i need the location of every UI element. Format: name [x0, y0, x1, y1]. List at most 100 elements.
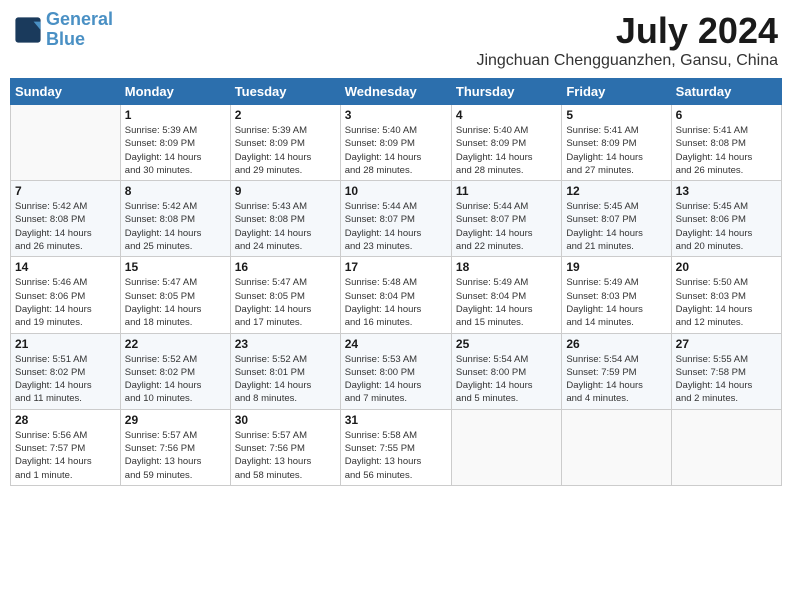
week-row-1: 1 Sunrise: 5:39 AMSunset: 8:09 PMDaylight…	[11, 105, 782, 181]
day-info: Sunrise: 5:41 AMSunset: 8:08 PMDaylight:…	[676, 124, 777, 177]
calendar-cell: 23 Sunrise: 5:52 AMSunset: 8:01 PMDayligh…	[230, 333, 340, 409]
day-info: Sunrise: 5:40 AMSunset: 8:09 PMDaylight:…	[456, 124, 557, 177]
day-info: Sunrise: 5:47 AMSunset: 8:05 PMDaylight:…	[235, 276, 336, 329]
day-info: Sunrise: 5:44 AMSunset: 8:07 PMDaylight:…	[345, 200, 447, 253]
day-info: Sunrise: 5:49 AMSunset: 8:04 PMDaylight:…	[456, 276, 557, 329]
day-number: 26	[566, 337, 666, 351]
calendar-cell: 27Sunrise: 5:55 AMSunset: 7:58 PMDayligh…	[671, 333, 781, 409]
calendar-cell: 12 Sunrise: 5:45 AMSunset: 8:07 PMDayligh…	[562, 181, 671, 257]
day-info: Sunrise: 5:44 AMSunset: 8:07 PMDaylight:…	[456, 200, 557, 253]
day-info: Sunrise: 5:39 AMSunset: 8:09 PMDaylight:…	[235, 124, 336, 177]
day-number: 14	[15, 260, 116, 274]
day-info: Sunrise: 5:54 AMSunset: 7:59 PMDaylight:…	[566, 353, 666, 406]
calendar-cell	[451, 409, 561, 485]
day-number: 15	[125, 260, 226, 274]
calendar-cell: 1 Sunrise: 5:39 AMSunset: 8:09 PMDaylight…	[120, 105, 230, 181]
weekday-header-wednesday: Wednesday	[340, 79, 451, 105]
day-number: 18	[456, 260, 557, 274]
day-number: 23	[235, 337, 336, 351]
day-info: Sunrise: 5:45 AMSunset: 8:07 PMDaylight:…	[566, 200, 666, 253]
day-info: Sunrise: 5:41 AMSunset: 8:09 PMDaylight:…	[566, 124, 666, 177]
day-number: 29	[125, 413, 226, 427]
location: Jingchuan Chengguanzhen, Gansu, China	[476, 52, 778, 70]
calendar-cell: 4Sunrise: 5:40 AMSunset: 8:09 PMDaylight…	[451, 105, 561, 181]
calendar-cell: 14 Sunrise: 5:46 AMSunset: 8:06 PMDayligh…	[11, 257, 121, 333]
calendar-cell: 31 Sunrise: 5:58 AMSunset: 7:55 PMDayligh…	[340, 409, 451, 485]
day-number: 7	[15, 184, 116, 198]
day-number: 20	[676, 260, 777, 274]
calendar-cell	[671, 409, 781, 485]
week-row-4: 21Sunrise: 5:51 AMSunset: 8:02 PMDayligh…	[11, 333, 782, 409]
week-row-2: 7 Sunrise: 5:42 AMSunset: 8:08 PMDaylight…	[11, 181, 782, 257]
day-number: 3	[345, 108, 447, 122]
weekday-header-monday: Monday	[120, 79, 230, 105]
logo-text: General Blue	[46, 10, 113, 50]
day-number: 19	[566, 260, 666, 274]
day-number: 17	[345, 260, 447, 274]
calendar-cell: 3 Sunrise: 5:40 AMSunset: 8:09 PMDaylight…	[340, 105, 451, 181]
day-info: Sunrise: 5:53 AMSunset: 8:00 PMDaylight:…	[345, 353, 447, 406]
calendar-cell: 7 Sunrise: 5:42 AMSunset: 8:08 PMDaylight…	[11, 181, 121, 257]
calendar-cell	[11, 105, 121, 181]
month-year: July 2024	[476, 10, 778, 52]
day-number: 12	[566, 184, 666, 198]
logo: General Blue	[14, 10, 113, 50]
day-number: 30	[235, 413, 336, 427]
calendar-cell: 6 Sunrise: 5:41 AMSunset: 8:08 PMDaylight…	[671, 105, 781, 181]
weekday-header-sunday: Sunday	[11, 79, 121, 105]
day-info: Sunrise: 5:57 AMSunset: 7:56 PMDaylight:…	[125, 429, 226, 482]
day-number: 11	[456, 184, 557, 198]
day-info: Sunrise: 5:48 AMSunset: 8:04 PMDaylight:…	[345, 276, 447, 329]
week-row-3: 14 Sunrise: 5:46 AMSunset: 8:06 PMDayligh…	[11, 257, 782, 333]
calendar-cell: 16 Sunrise: 5:47 AMSunset: 8:05 PMDayligh…	[230, 257, 340, 333]
calendar-cell: 30Sunrise: 5:57 AMSunset: 7:56 PMDayligh…	[230, 409, 340, 485]
day-number: 8	[125, 184, 226, 198]
calendar-cell: 26 Sunrise: 5:54 AMSunset: 7:59 PMDayligh…	[562, 333, 671, 409]
day-number: 24	[345, 337, 447, 351]
day-info: Sunrise: 5:40 AMSunset: 8:09 PMDaylight:…	[345, 124, 447, 177]
day-number: 22	[125, 337, 226, 351]
calendar-cell: 10 Sunrise: 5:44 AMSunset: 8:07 PMDayligh…	[340, 181, 451, 257]
calendar-cell: 20 Sunrise: 5:50 AMSunset: 8:03 PMDayligh…	[671, 257, 781, 333]
day-number: 9	[235, 184, 336, 198]
calendar-cell: 13 Sunrise: 5:45 AMSunset: 8:06 PMDayligh…	[671, 181, 781, 257]
weekday-header-friday: Friday	[562, 79, 671, 105]
calendar-cell: 28Sunrise: 5:56 AMSunset: 7:57 PMDayligh…	[11, 409, 121, 485]
day-info: Sunrise: 5:45 AMSunset: 8:06 PMDaylight:…	[676, 200, 777, 253]
day-info: Sunrise: 5:42 AMSunset: 8:08 PMDaylight:…	[125, 200, 226, 253]
day-number: 13	[676, 184, 777, 198]
day-info: Sunrise: 5:43 AMSunset: 8:08 PMDaylight:…	[235, 200, 336, 253]
day-info: Sunrise: 5:58 AMSunset: 7:55 PMDaylight:…	[345, 429, 447, 482]
weekday-header-row: SundayMondayTuesdayWednesdayThursdayFrid…	[11, 79, 782, 105]
day-info: Sunrise: 5:46 AMSunset: 8:06 PMDaylight:…	[15, 276, 116, 329]
day-number: 1	[125, 108, 226, 122]
day-info: Sunrise: 5:50 AMSunset: 8:03 PMDaylight:…	[676, 276, 777, 329]
calendar-cell: 24 Sunrise: 5:53 AMSunset: 8:00 PMDayligh…	[340, 333, 451, 409]
calendar-cell: 5Sunrise: 5:41 AMSunset: 8:09 PMDaylight…	[562, 105, 671, 181]
logo-icon	[14, 16, 42, 44]
calendar-cell	[562, 409, 671, 485]
day-number: 16	[235, 260, 336, 274]
weekday-header-thursday: Thursday	[451, 79, 561, 105]
day-info: Sunrise: 5:54 AMSunset: 8:00 PMDaylight:…	[456, 353, 557, 406]
day-info: Sunrise: 5:52 AMSunset: 8:01 PMDaylight:…	[235, 353, 336, 406]
day-info: Sunrise: 5:51 AMSunset: 8:02 PMDaylight:…	[15, 353, 116, 406]
calendar-cell: 18 Sunrise: 5:49 AMSunset: 8:04 PMDayligh…	[451, 257, 561, 333]
weekday-header-saturday: Saturday	[671, 79, 781, 105]
title-block: July 2024 Jingchuan Chengguanzhen, Gansu…	[476, 10, 778, 70]
day-number: 10	[345, 184, 447, 198]
logo-line2: Blue	[46, 30, 113, 50]
calendar-cell: 17 Sunrise: 5:48 AMSunset: 8:04 PMDayligh…	[340, 257, 451, 333]
day-info: Sunrise: 5:39 AMSunset: 8:09 PMDaylight:…	[125, 124, 226, 177]
calendar-cell: 11 Sunrise: 5:44 AMSunset: 8:07 PMDayligh…	[451, 181, 561, 257]
calendar-cell: 19 Sunrise: 5:49 AMSunset: 8:03 PMDayligh…	[562, 257, 671, 333]
day-info: Sunrise: 5:42 AMSunset: 8:08 PMDaylight:…	[15, 200, 116, 253]
day-info: Sunrise: 5:49 AMSunset: 8:03 PMDaylight:…	[566, 276, 666, 329]
calendar-cell: 8 Sunrise: 5:42 AMSunset: 8:08 PMDaylight…	[120, 181, 230, 257]
calendar-cell: 29 Sunrise: 5:57 AMSunset: 7:56 PMDayligh…	[120, 409, 230, 485]
day-info: Sunrise: 5:55 AMSunset: 7:58 PMDaylight:…	[676, 353, 777, 406]
day-number: 6	[676, 108, 777, 122]
day-number: 31	[345, 413, 447, 427]
calendar-cell: 2 Sunrise: 5:39 AMSunset: 8:09 PMDaylight…	[230, 105, 340, 181]
day-number: 2	[235, 108, 336, 122]
